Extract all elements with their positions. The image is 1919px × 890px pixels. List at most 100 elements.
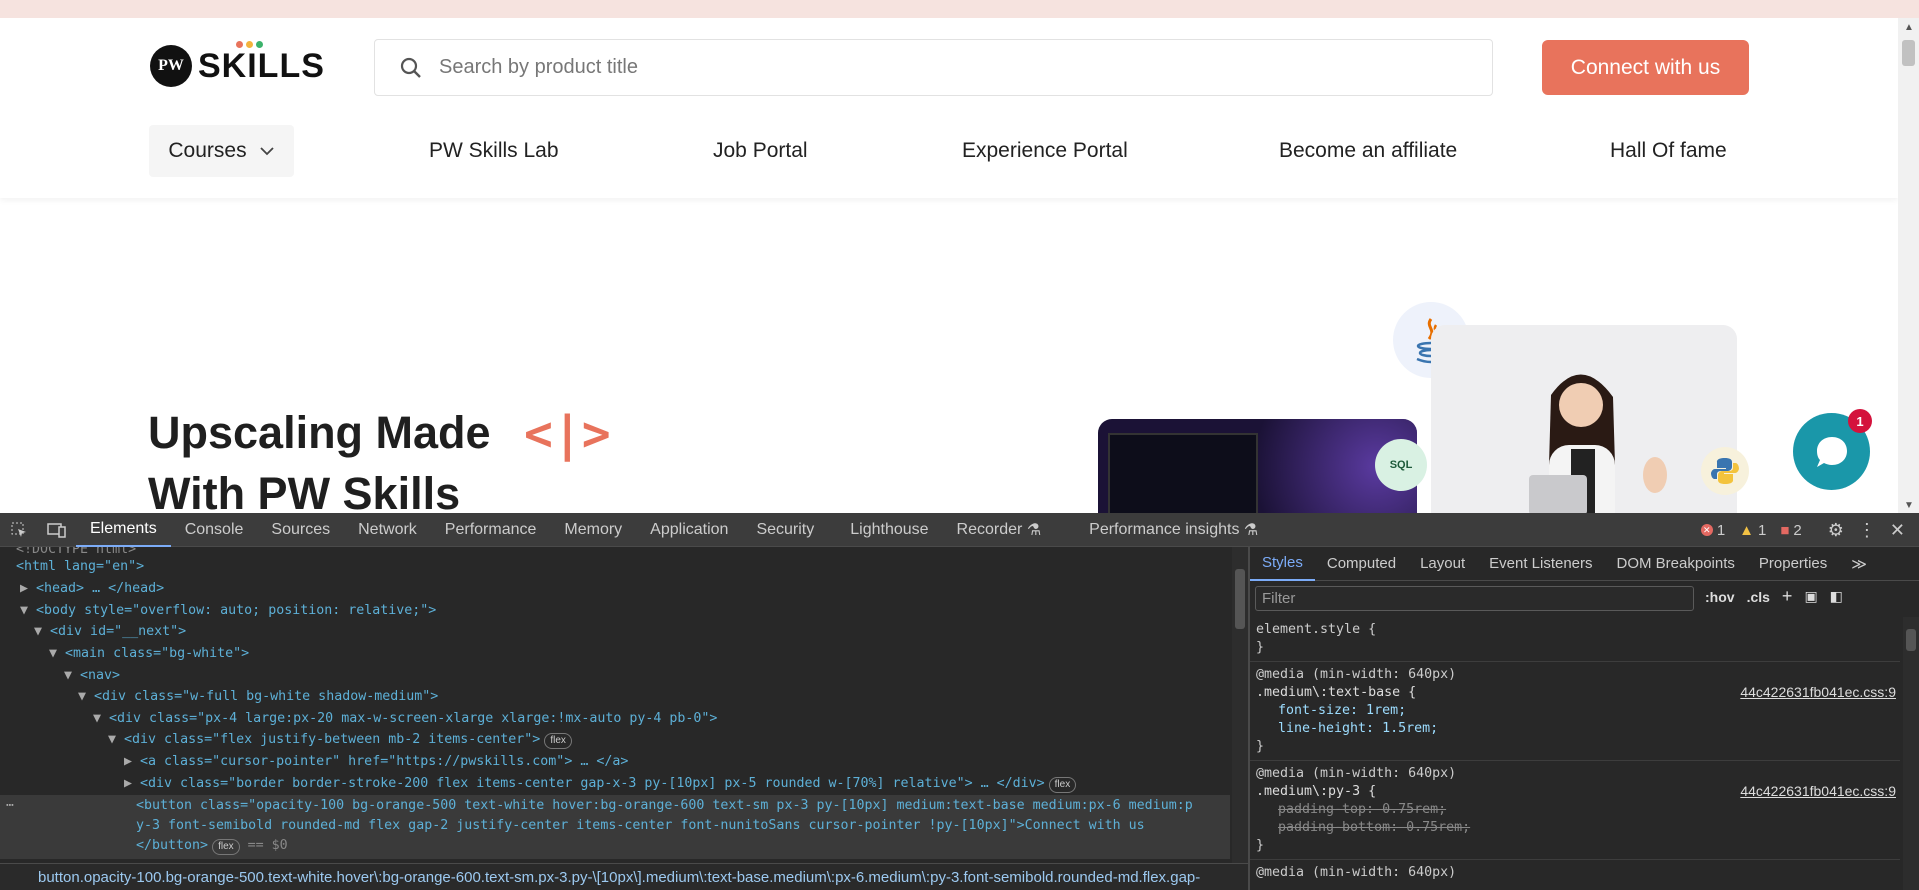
python-icon [1701,447,1749,495]
logo-badge: PW [150,45,192,87]
dom-line[interactable]: <html lang="en"> [16,556,144,577]
flex-badge[interactable]: flex [1048,777,1077,793]
gear-icon[interactable]: ⚙ [1828,520,1844,541]
dom-line[interactable]: ▼ <div class="w-full bg-white shadow-med… [78,686,438,707]
dom-line[interactable]: ▼ <body style="overflow: auto; position:… [20,600,436,621]
dom-line-selected[interactable]: </button> flex == $0 [136,835,288,856]
search-input[interactable]: Search by product title [374,39,1493,96]
webpage-viewport: PW SKILLS Search by product title Connec… [0,18,1898,513]
rule-element-style[interactable]: element.style { } [1250,617,1900,662]
styles-filter-input[interactable]: Filter [1255,586,1694,611]
tab-memory[interactable]: Memory [550,513,636,547]
connect-with-us-button[interactable]: Connect with us [1542,40,1749,95]
tab-computed[interactable]: Computed [1315,547,1408,581]
close-icon[interactable]: ✕ [1890,520,1905,541]
rule-text-base[interactable]: @media (min-width: 640px) 44c422631fb041… [1250,662,1900,761]
paint-brush-icon[interactable]: ▣ [1804,588,1817,605]
pw-skills-logo[interactable]: PW SKILLS [150,40,325,87]
error-count[interactable]: ✕ 1 [1700,522,1725,539]
hov-toggle[interactable]: :hov [1705,589,1735,605]
warning-icon: ▲ [1739,521,1755,539]
source-link[interactable]: 44c422631fb041ec.css:9 [1740,783,1896,799]
flask-icon: ⚗ [1243,521,1259,539]
selected-marker: == $0 [247,838,288,853]
tab-security[interactable]: Security [742,513,828,547]
dom-line[interactable]: ▼ <nav> [64,665,120,686]
tab-performance-insights[interactable]: Performance insights ⚗ [1075,513,1272,547]
flex-badge[interactable]: flex [212,839,240,855]
chat-notification-badge: 1 [1848,409,1872,433]
more-options-icon[interactable]: ⋮ [1858,520,1876,541]
cls-toggle[interactable]: .cls [1747,589,1770,605]
styles-pane: Styles Computed Layout Event Listeners D… [1250,547,1919,890]
nav-hall-of-fame[interactable]: Hall Of fame [1610,125,1727,177]
breadcrumb-text[interactable]: button.opacity-100.bg-orange-500.text-wh… [38,869,1200,886]
tab-recorder[interactable]: Recorder ⚗ [943,513,1056,547]
hero-subtitle: With PW Skills [148,468,461,513]
devtools-panel: Elements Console Sources Network Perform… [0,513,1919,890]
nav-job-portal[interactable]: Job Portal [713,125,808,177]
courses-dropdown[interactable]: Courses [149,125,294,177]
browser-strip [0,0,1919,18]
dom-line[interactable]: ▼ <div id="__next"> [34,621,186,642]
tab-elements[interactable]: Elements [76,513,171,547]
device-toolbar-icon[interactable] [38,513,76,547]
issues-count[interactable]: ■ 2 [1780,522,1801,539]
more-tabs-icon[interactable]: ≫ [1839,547,1879,581]
tab-lighthouse[interactable]: Lighthouse [836,513,942,547]
page-scrollbar[interactable]: ▲ ▼ [1898,18,1919,513]
tab-event-listeners[interactable]: Event Listeners [1477,547,1604,581]
tab-dom-breakpoints[interactable]: DOM Breakpoints [1605,547,1747,581]
elements-scrollbar[interactable] [1232,547,1248,863]
chat-widget-button[interactable]: 1 [1793,409,1872,490]
tab-properties[interactable]: Properties [1747,547,1839,581]
source-link[interactable]: 44c422631fb041ec.css:9 [1740,684,1896,700]
error-icon: ✕ [1700,524,1713,536]
rule-media-next[interactable]: @media (min-width: 640px) [1250,860,1900,886]
rule-py-3[interactable]: @media (min-width: 640px) 44c422631fb041… [1250,761,1900,860]
breadcrumb[interactable]: button.opacity-100.bg-orange-500.text-wh… [0,863,1248,890]
tab-performance[interactable]: Performance [431,513,551,547]
laptop-code-image [1098,419,1417,513]
new-rule-icon[interactable]: + [1782,586,1793,607]
issues-icon: ■ [1780,521,1790,539]
site-header: PW SKILLS Search by product title Connec… [0,18,1898,198]
nav-pw-skills-lab[interactable]: PW Skills Lab [429,125,559,177]
dom-line[interactable]: ▶ <a class="cursor-pointer" href="https:… [124,751,628,772]
student-image [1431,325,1737,513]
search-icon [400,57,421,78]
flask-icon: ⚗ [1026,521,1042,539]
dom-line[interactable]: ▼ <main class="bg-white"> [49,643,249,664]
nav-become-affiliate[interactable]: Become an affiliate [1279,125,1457,177]
styles-tabbar: Styles Computed Layout Event Listeners D… [1250,547,1919,581]
tab-styles[interactable]: Styles [1250,547,1315,581]
elements-tree[interactable]: <!DOCTYPE html> <html lang="en"> ▶ <head… [0,547,1230,867]
sql-icon: SQL [1375,439,1427,491]
code-brackets-icon: <|> [524,406,611,462]
tab-network[interactable]: Network [344,513,431,547]
tab-layout[interactable]: Layout [1408,547,1477,581]
dom-line-selected[interactable]: y-3 font-semibold rounded-md flex gap-2 … [136,815,1145,836]
dom-line[interactable]: ▶ <div class="border border-stroke-200 f… [124,773,1077,794]
logo-word: SKILLS [198,40,325,86]
tab-console[interactable]: Console [171,513,258,547]
tab-sources[interactable]: Sources [257,513,344,547]
styles-scrollbar[interactable] [1903,617,1919,890]
dom-line[interactable]: ▼ <div class="px-4 large:px-20 max-w-scr… [93,708,717,729]
dom-line-selected[interactable]: <button class="opacity-100 bg-orange-500… [136,795,1193,816]
dom-line[interactable]: ▼ <div class="flex justify-between mb-2 … [108,729,572,750]
toggle-sidebar-icon[interactable]: ◧ [1830,588,1843,605]
style-rules: element.style { } @media (min-width: 640… [1250,617,1900,886]
flex-badge[interactable]: flex [544,733,572,749]
warning-count[interactable]: ▲ 1 [1739,522,1766,539]
courses-label: Courses [168,139,247,162]
chat-bubble-icon [1816,436,1847,467]
dom-line[interactable]: ▶ <head> … </head> [20,578,164,599]
search-placeholder: Search by product title [439,56,638,78]
inspect-element-icon[interactable] [0,513,38,547]
chevron-down-icon [259,147,274,156]
tab-application[interactable]: Application [636,513,742,547]
more-actions-icon[interactable]: ⋯ [6,795,14,816]
nav-experience-portal[interactable]: Experience Portal [962,125,1128,177]
hero-title: Upscaling Made [148,407,491,458]
